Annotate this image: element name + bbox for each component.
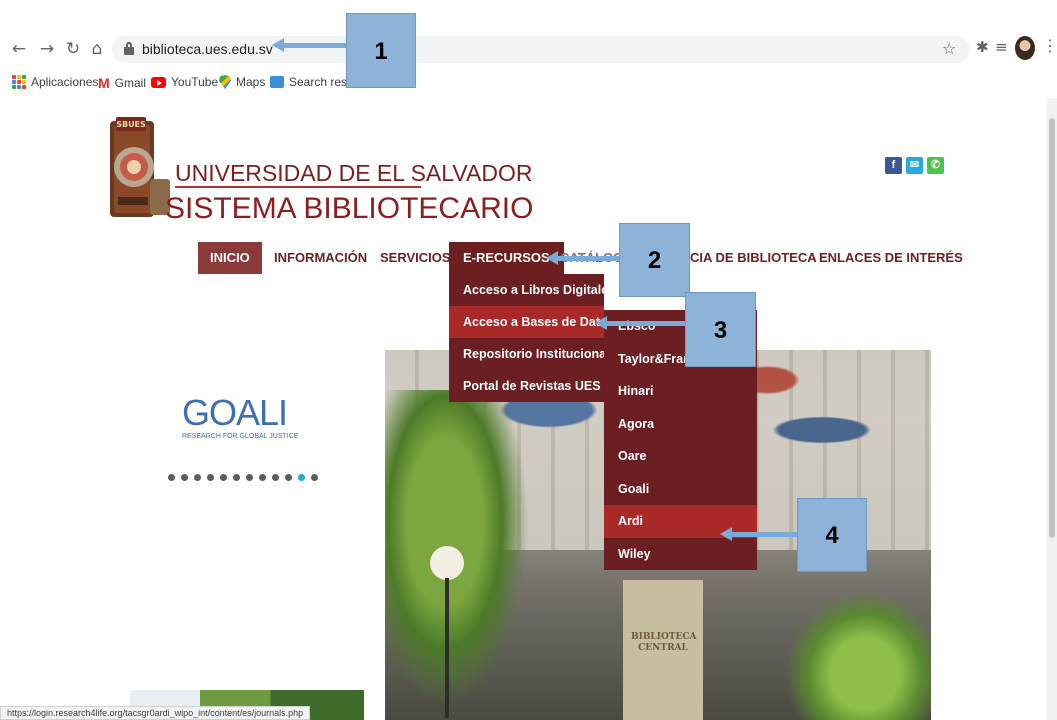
callout-1: 1: [346, 13, 416, 88]
apps-icon: [12, 75, 26, 89]
callout-2: 2: [619, 223, 690, 297]
site-title-system: SISTEMA BIBLIOTECARIO: [165, 192, 534, 225]
facebook-icon[interactable]: f: [885, 157, 902, 174]
home-icon[interactable]: ⌂: [86, 38, 108, 60]
bookmark-star-icon[interactable]: ☆: [942, 39, 956, 58]
carousel-dot[interactable]: [168, 474, 175, 481]
carousel-dot[interactable]: [194, 474, 201, 481]
carousel-dot[interactable]: [259, 474, 266, 481]
carousel-dot[interactable]: [181, 474, 188, 481]
youtube-icon: [151, 76, 166, 88]
submenu-item-hinari[interactable]: Hinari: [604, 375, 757, 408]
bookmark-label: Gmail: [114, 76, 147, 90]
bookmark-youtube[interactable]: YouTube: [151, 75, 218, 89]
menu-item-portal-revistas[interactable]: Portal de Revistas UES: [449, 370, 604, 402]
lamp-pole: [445, 578, 449, 718]
browser-toolbar: ← → ↻ ⌂ biblioteca.ues.edu.sv ☆ ✱ ≡ ⋮ Ap…: [0, 0, 1057, 98]
mail-icon[interactable]: ✉: [906, 157, 923, 174]
bookmark-gmail[interactable]: M Gmail: [98, 75, 146, 91]
bookmark-label: Aplicaciones: [31, 75, 99, 89]
callout-arrow: [605, 321, 685, 326]
bookmark-label: YouTube: [171, 75, 219, 89]
callout-3: 3: [685, 292, 756, 367]
carousel-dots: [168, 474, 318, 481]
street-lamp: [430, 546, 464, 580]
goali-logo-text: GOALI: [182, 392, 288, 433]
carousel-dot[interactable]: [207, 474, 214, 481]
scroll-thumb[interactable]: [1049, 118, 1055, 538]
logo-label: SBUES: [116, 120, 146, 129]
library-logo[interactable]: SBUES: [106, 115, 172, 225]
goali-logo[interactable]: GOALI RESEARCH FOR GLOBAL JUSTICE: [182, 392, 302, 442]
callout-arrow: [282, 43, 346, 48]
submenu-item-agora[interactable]: Agora: [604, 408, 757, 441]
callout-4: 4: [797, 498, 867, 572]
carousel-dot[interactable]: [272, 474, 279, 481]
menu-item-bases-de-datos[interactable]: Acceso a Bases de Datos: [449, 306, 614, 338]
carousel-dot[interactable]: [233, 474, 240, 481]
callout-arrow-head: [595, 316, 607, 330]
nav-enlaces[interactable]: ENLACES DE INTERÉS: [819, 242, 963, 274]
callout-arrow-head: [546, 251, 558, 265]
erecursos-dropdown: Acceso a Libros Digitales Acceso a Bases…: [449, 274, 615, 402]
carousel-dot[interactable]: [285, 474, 292, 481]
maps-icon: [219, 75, 231, 89]
nav-inicio[interactable]: INICIO: [198, 242, 262, 274]
phone-icon[interactable]: ✆: [927, 157, 944, 174]
bookmark-aplicaciones[interactable]: Aplicaciones: [12, 75, 98, 89]
title-divider: [175, 186, 421, 188]
submenu-item-wiley[interactable]: Wiley: [604, 538, 757, 571]
library-sign-text: BIBLIOTECA CENTRAL: [631, 632, 697, 653]
forward-icon[interactable]: →: [36, 38, 58, 60]
submenu-item-oare[interactable]: Oare: [604, 440, 757, 473]
library-sign: BIBLIOTECA CENTRAL: [623, 580, 703, 720]
site-title-university: UNIVERSIDAD DE EL SALVADOR: [175, 160, 533, 186]
reload-icon[interactable]: ↻: [62, 38, 84, 60]
status-bar-url: https://login.research4life.org/tacsgr0a…: [0, 706, 311, 720]
back-icon[interactable]: ←: [8, 38, 30, 60]
callout-arrow-head: [720, 527, 732, 541]
nav-servicios[interactable]: SERVICIOS: [380, 242, 451, 274]
carousel-dot[interactable]: [298, 474, 305, 481]
menu-icon[interactable]: ⋮: [1042, 36, 1057, 56]
callout-arrow: [556, 256, 620, 261]
gmail-icon: M: [98, 75, 110, 91]
callout-arrow-head: [272, 38, 284, 52]
menu-item-repositorio[interactable]: Repositorio Institucional: [449, 338, 610, 370]
hero-tree: [785, 590, 931, 720]
search-results-icon: [270, 76, 284, 88]
carousel-dot[interactable]: [220, 474, 227, 481]
extensions-icon[interactable]: ✱: [976, 38, 989, 56]
bookmark-label: Maps: [236, 75, 266, 89]
reading-list-icon[interactable]: ≡: [995, 38, 1008, 56]
bookmarks-bar: Aplicaciones M Gmail YouTube Maps Search…: [0, 71, 1057, 95]
carousel-dot[interactable]: [246, 474, 253, 481]
profile-avatar[interactable]: [1015, 36, 1035, 60]
nav-informacion[interactable]: INFORMACIÓN: [274, 242, 367, 274]
bookmark-maps[interactable]: Maps: [219, 75, 265, 89]
url-text[interactable]: biblioteca.ues.edu.sv: [142, 41, 273, 57]
lock-icon: [124, 42, 134, 56]
callout-arrow: [730, 532, 798, 537]
carousel-dot[interactable]: [311, 474, 318, 481]
menu-item-libros-digitales[interactable]: Acceso a Libros Digitales: [449, 274, 615, 306]
goali-logo-subtitle: RESEARCH FOR GLOBAL JUSTICE: [182, 433, 299, 440]
address-bar[interactable]: biblioteca.ues.edu.sv ☆: [112, 36, 970, 63]
page-scrollbar[interactable]: [1047, 98, 1057, 720]
nav-asistencia[interactable]: CIA DE BIBLIOTECA: [690, 242, 817, 274]
submenu-item-goali[interactable]: Goali: [604, 473, 757, 506]
